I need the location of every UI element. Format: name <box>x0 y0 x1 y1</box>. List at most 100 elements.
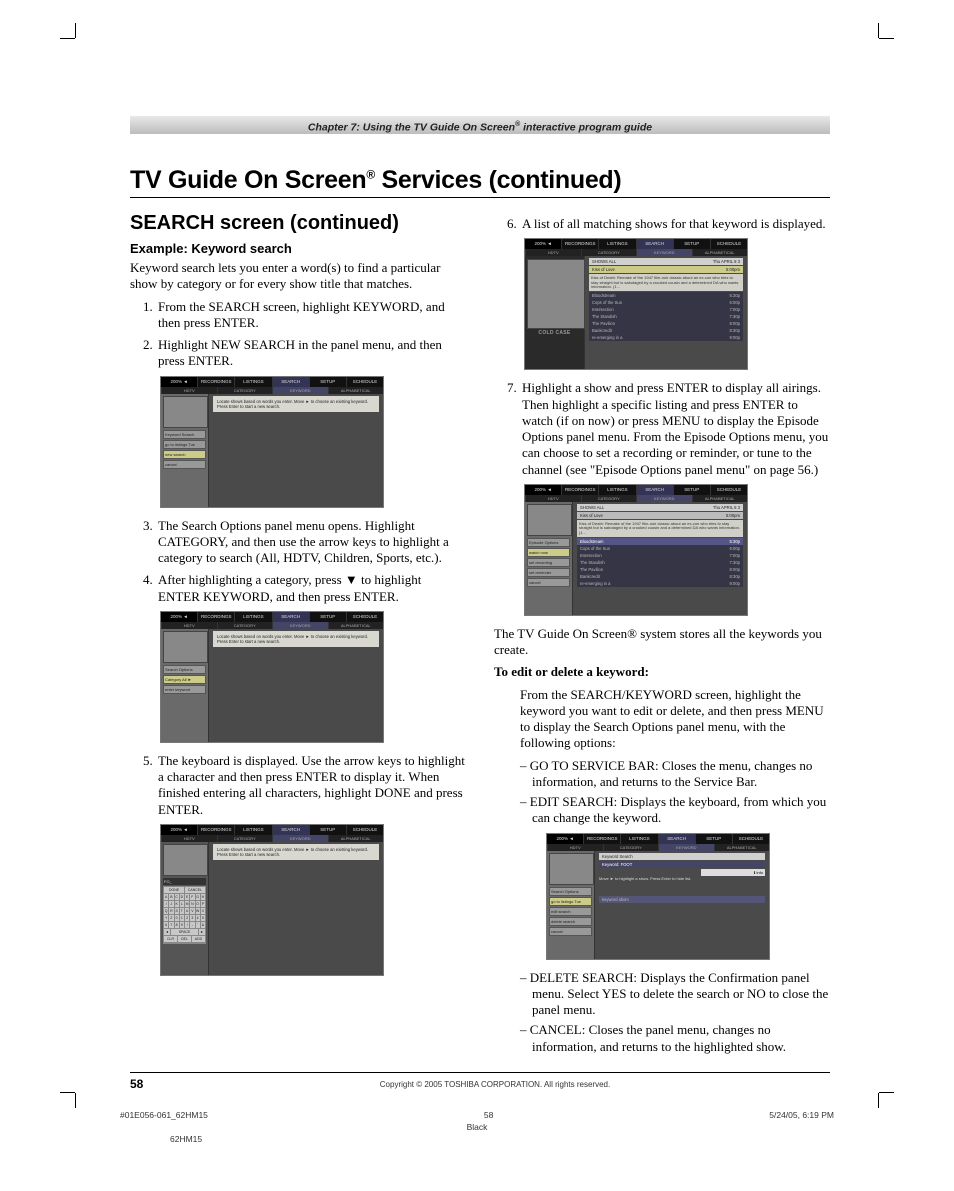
chapter-header: Chapter 7: Using the TV Guide On Screen®… <box>130 116 830 134</box>
tab: HDTV <box>525 495 581 502</box>
tab: KEYWORD <box>658 844 714 851</box>
menu-item: 200% ◄ <box>161 825 197 835</box>
keyword-row: keyword idiom <box>599 896 765 903</box>
preview-box <box>163 631 208 663</box>
list-header: SHOWS ALLThu APRIL 8 3 <box>577 504 743 511</box>
kbd-input: FO_ <box>163 878 206 885</box>
menu-item: SEARCH <box>636 239 673 249</box>
tab: ALPHABETICAL <box>714 844 770 851</box>
menu-item: SCHEDULE <box>710 485 747 495</box>
tab: CATEGORY <box>217 835 273 842</box>
show-art <box>527 259 585 329</box>
imprint-mid: 58 <box>484 1110 493 1120</box>
list-row: The Pavilion8:00p <box>577 566 743 573</box>
menu-item: SEARCH <box>272 612 309 622</box>
menu-item: SETUP <box>695 834 732 844</box>
menu-item: SETUP <box>673 239 710 249</box>
tab: KEYWORD <box>636 249 692 256</box>
menu-item: LISTINGS <box>234 825 271 835</box>
title-post: Services (continued) <box>375 166 622 194</box>
menu-item: 200% ◄ <box>525 485 561 495</box>
menu-item: RECORDINGS <box>197 612 234 622</box>
screenshot-keyboard: 200% ◄RECORDINGSLISTINGSSEARCHSETUPSCHED… <box>160 824 384 976</box>
imprint-model: 62HM15 <box>170 1134 864 1144</box>
result-description: Kiss of Death: Remake of the 1947 film-n… <box>577 520 743 537</box>
menu-item: SEARCH <box>272 377 309 387</box>
list-row: Bankcredit8:30p <box>577 573 743 580</box>
list-row: The Standish7:30p <box>577 559 743 566</box>
list-selected: Kiss of Love5:00pm <box>589 266 743 273</box>
menu-item: SEARCH <box>658 834 695 844</box>
crop-mark <box>879 1092 894 1093</box>
menu-item: SETUP <box>309 377 346 387</box>
menu-item: RECORDINGS <box>197 825 234 835</box>
menu-item: 200% ◄ <box>525 239 561 249</box>
step-3: The Search Options panel menu opens. Hig… <box>156 518 466 567</box>
panel-label: Keyword Search <box>163 430 206 439</box>
screenshot-results: 200% ◄RECORDINGSLISTINGSSEARCHSETUPSCHED… <box>524 238 748 370</box>
list-row: Intersection7:00p <box>589 306 743 313</box>
menu-item: RECORDINGS <box>197 377 234 387</box>
menu-item: RECORDINGS <box>561 485 598 495</box>
menu-item: LISTINGS <box>598 239 635 249</box>
imprint-date: 5/24/05, 6:19 PM <box>769 1110 834 1120</box>
panel-label: Search Options <box>549 887 592 896</box>
crop-mark <box>878 23 879 38</box>
menu-item: SCHEDULE <box>710 239 747 249</box>
print-imprint: #01E056-061_62HM15 58 5/24/05, 6:19 PM B… <box>90 1110 864 1144</box>
list-row: re-emerging in a9:00p <box>589 334 743 341</box>
edit-option-service-bar: GO TO SERVICE BAR: Closes the menu, chan… <box>532 758 830 791</box>
tab: HDTV <box>161 835 217 842</box>
copyright: Copyright © 2005 TOSHIBA CORPORATION. Al… <box>160 1080 830 1089</box>
tab: CATEGORY <box>581 495 637 502</box>
show-label: COLD CASE <box>527 330 582 336</box>
screenshot-new-search: 200% ◄RECORDINGSLISTINGSSEARCHSETUPSCHED… <box>160 376 384 508</box>
header-right: Thu APRIL 8 3 <box>713 505 740 510</box>
hint-text: Locate shows based on words you enter. M… <box>213 396 379 412</box>
panel-button: edit search <box>549 907 592 916</box>
row-title: Kiss of Love <box>592 267 615 272</box>
info-badge: ℹ info <box>701 869 765 876</box>
store-text: The TV Guide On Screen® system stores al… <box>494 626 830 659</box>
step-2: Highlight NEW SEARCH in the panel menu, … <box>156 337 466 370</box>
imprint-file: #01E056-061_62HM15 <box>120 1110 208 1120</box>
step-5: The keyboard is displayed. Use the arrow… <box>156 753 466 818</box>
menu-item: 200% ◄ <box>161 612 197 622</box>
menu-item: SEARCH <box>272 825 309 835</box>
tab: ALPHABETICAL <box>328 622 384 629</box>
page-footer: 58 Copyright © 2005 TOSHIBA CORPORATION.… <box>130 1072 830 1091</box>
tab: CATEGORY <box>603 844 659 851</box>
edit-intro: From the SEARCH/KEYWORD screen, highligh… <box>520 687 830 752</box>
tab: CATEGORY <box>217 387 273 394</box>
menu-item: 200% ◄ <box>547 834 583 844</box>
edit-heading: To edit or delete a keyword: <box>494 664 649 679</box>
edit-option-delete-search: DELETE SEARCH: Displays the Confirmation… <box>532 970 830 1019</box>
menu-item: SCHEDULE <box>346 825 383 835</box>
menu-item: LISTINGS <box>598 485 635 495</box>
tab: ALPHABETICAL <box>692 249 748 256</box>
example-heading: Example: Keyword search <box>130 241 466 256</box>
hint-text: Locate shows based on words you enter. M… <box>213 844 379 860</box>
menu-item: SCHEDULE <box>732 834 769 844</box>
preview-box <box>527 504 572 536</box>
tab: HDTV <box>161 387 217 394</box>
panel-button: delete search <box>549 917 592 926</box>
list-row: Cops of the Sun6:00p <box>589 299 743 306</box>
preview-box <box>163 844 208 876</box>
menu-item: LISTINGS <box>234 612 271 622</box>
tab: KEYWORD <box>272 622 328 629</box>
section-heading: SEARCH screen (continued) <box>130 212 466 235</box>
panel-label: Search Options <box>163 665 206 674</box>
menu-item: LISTINGS <box>620 834 657 844</box>
step-1: From the SEARCH screen, highlight KEYWOR… <box>156 299 466 332</box>
menu-item: RECORDINGS <box>561 239 598 249</box>
tab: CATEGORY <box>581 249 637 256</box>
list-row: Bloodstream5:30p <box>589 292 743 299</box>
crop-mark <box>75 1093 76 1108</box>
preview-box <box>549 853 594 885</box>
keyword-hint: Move ► to highlight a show. Press Enter … <box>599 877 765 882</box>
menu-item: SCHEDULE <box>346 377 383 387</box>
menu-item: SCHEDULE <box>346 612 383 622</box>
panel-button: cancel <box>163 460 206 469</box>
panel-button: cancel <box>549 927 592 936</box>
